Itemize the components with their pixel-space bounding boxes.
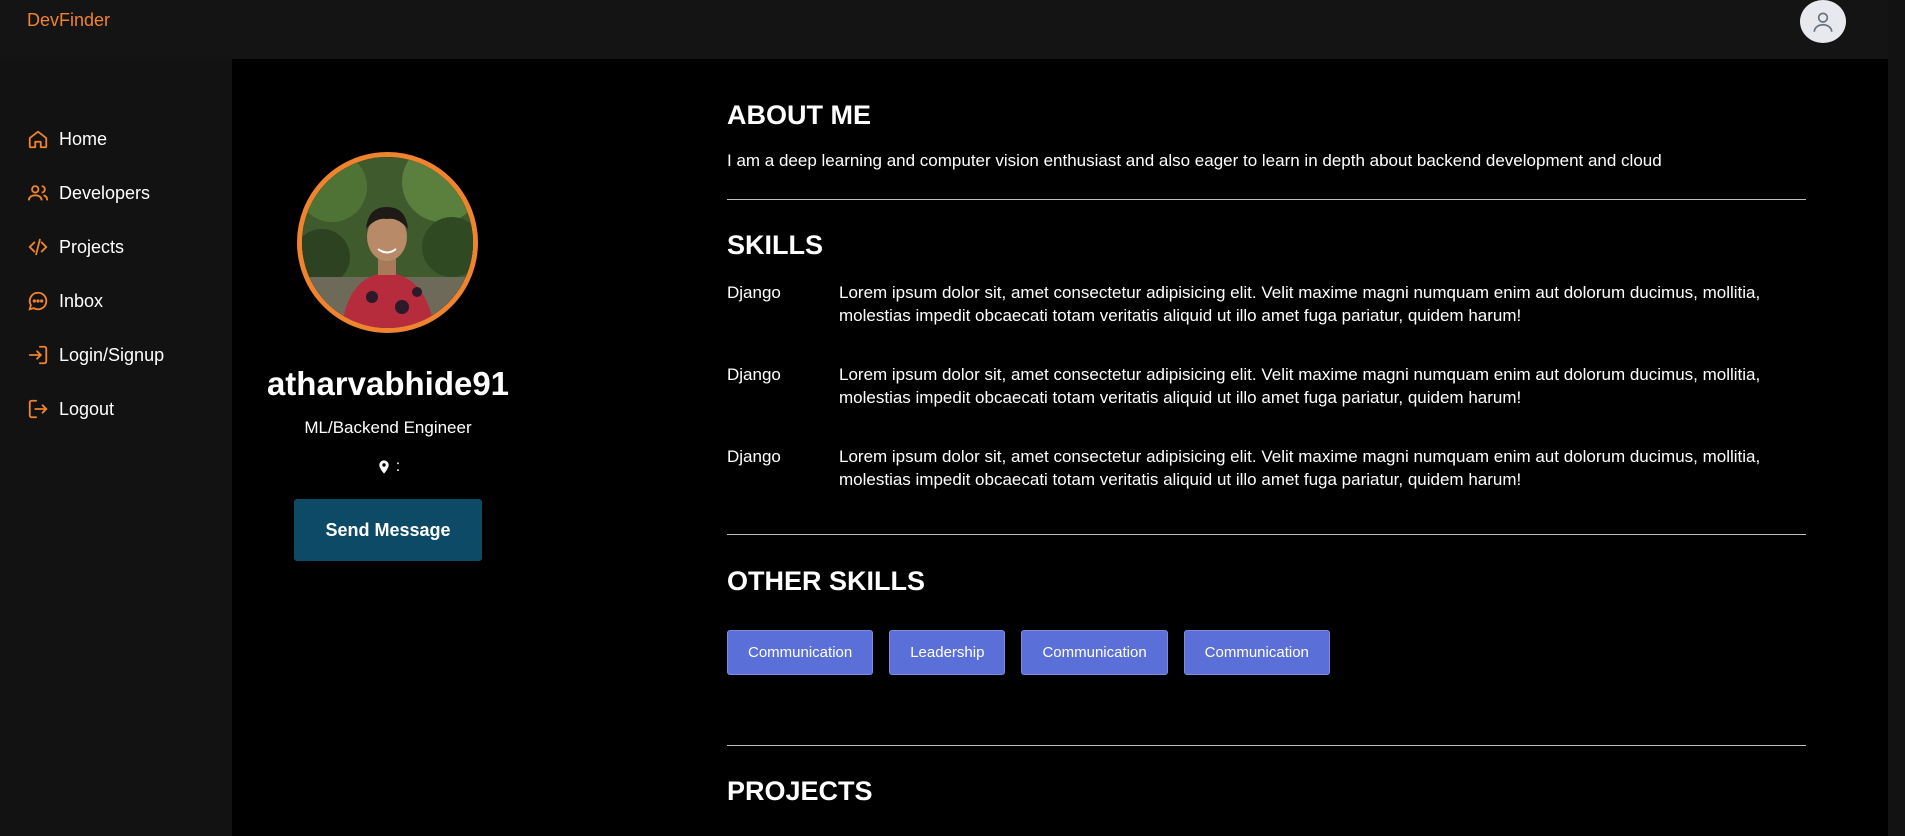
sidebar-item-home[interactable]: Home	[27, 124, 107, 154]
skills-title: SKILLS	[727, 230, 824, 260]
sidebar-item-label: Developers	[59, 182, 151, 203]
skill-chip[interactable]: Communication	[727, 630, 874, 675]
scrollbar[interactable]	[1888, 0, 1905, 836]
location-text: :	[395, 458, 401, 475]
skill-name: Django	[727, 447, 781, 466]
skill-row: Django Lorem ipsum dolor sit, amet conse…	[727, 281, 1806, 327]
profile-photo	[297, 152, 478, 333]
skill-row: Django Lorem ipsum dolor sit, amet conse…	[727, 445, 1806, 491]
code-icon	[28, 238, 48, 256]
skill-row: Django Lorem ipsum dolor sit, amet conse…	[727, 363, 1806, 409]
top-bar: DevFinder	[0, 0, 1905, 59]
sidebar-item-inbox[interactable]: Inbox	[27, 286, 103, 316]
other-skills-list: Communication Leadership Communication C…	[727, 630, 1330, 675]
sidebar-item-login[interactable]: Login/Signup	[27, 340, 164, 370]
about-title: ABOUT ME	[727, 100, 871, 130]
home-icon	[28, 130, 48, 149]
profile-username: atharvabhide91	[266, 365, 510, 402]
users-icon	[27, 185, 49, 201]
sidebar-item-logout[interactable]: Logout	[27, 394, 114, 424]
location-pin-icon	[379, 460, 389, 474]
profile-location: :	[232, 458, 544, 476]
sidebar-item-label: Inbox	[59, 290, 104, 311]
skill-name: Django	[727, 283, 781, 302]
sidebar-item-developers[interactable]: Developers	[27, 178, 150, 208]
sidebar-item-label: Projects	[59, 236, 125, 257]
chat-icon	[28, 291, 48, 311]
skill-description: Lorem ipsum dolor sit, amet consectetur …	[839, 447, 1761, 489]
skill-name: Django	[727, 365, 781, 384]
divider	[727, 745, 1806, 746]
projects-title: PROJECTS	[727, 776, 873, 806]
skill-chip[interactable]: Communication	[1021, 630, 1168, 675]
user-avatar[interactable]	[1800, 0, 1846, 43]
about-text: I am a deep learning and computer vision…	[727, 151, 1662, 170]
sidebar: Home Developers Projects Inbox Login/Sig…	[0, 59, 232, 836]
skill-chip[interactable]: Communication	[1183, 630, 1330, 675]
skill-description: Lorem ipsum dolor sit, amet consectetur …	[839, 283, 1761, 325]
other-skills-title: OTHER SKILLS	[727, 566, 926, 596]
divider	[727, 199, 1806, 200]
brand-logo[interactable]: DevFinder	[27, 10, 110, 31]
user-icon	[1813, 11, 1833, 32]
logout-icon	[28, 399, 48, 419]
profile-role: ML/Backend Engineer	[304, 418, 472, 437]
login-icon	[28, 345, 48, 365]
skill-description: Lorem ipsum dolor sit, amet consectetur …	[839, 365, 1761, 407]
divider	[727, 534, 1806, 535]
skill-chip[interactable]: Leadership	[889, 630, 1006, 675]
sidebar-item-label: Logout	[59, 398, 115, 419]
sidebar-item-projects[interactable]: Projects	[27, 232, 124, 262]
send-message-button[interactable]: Send Message	[294, 499, 482, 561]
sidebar-item-label: Login/Signup	[59, 344, 165, 365]
sidebar-item-label: Home	[59, 128, 108, 149]
